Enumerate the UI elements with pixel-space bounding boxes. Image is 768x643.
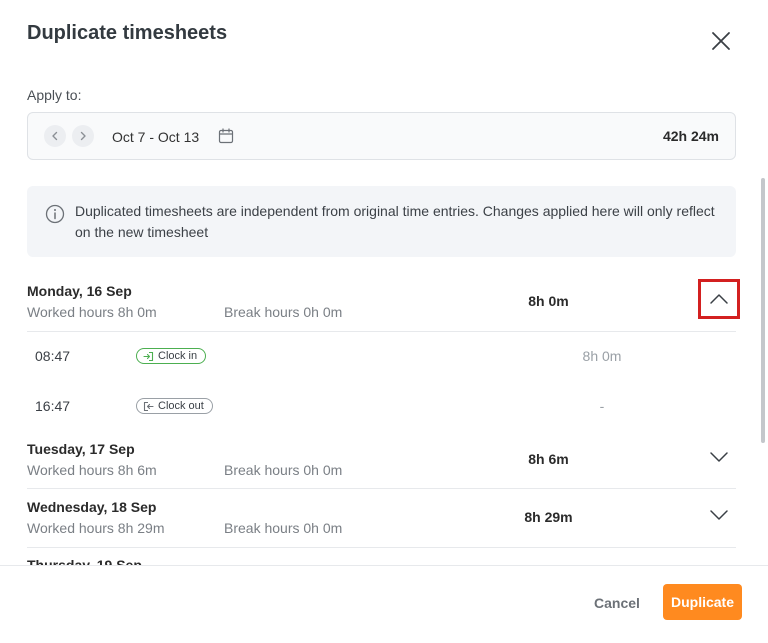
clock-out-icon [143, 401, 154, 411]
badge-label: Clock out [158, 400, 204, 412]
time-entry-row[interactable]: 08:47 Clock in 8h 0m [27, 332, 736, 382]
day-row-monday[interactable]: Monday, 16 Sep Worked hours 8h 0m Break … [27, 279, 740, 332]
date-range-selector: Oct 7 - Oct 13 42h 24m [27, 112, 736, 160]
info-banner: Duplicated timesheets are independent fr… [27, 186, 736, 257]
day-row-tuesday[interactable]: Tuesday, 17 Sep Worked hours 8h 6m Break… [27, 441, 736, 489]
worked-hours: Worked hours 8h 29m [27, 520, 165, 536]
duplicate-button[interactable]: Duplicate [663, 584, 742, 620]
day-total: 8h 0m [528, 293, 569, 309]
collapse-day-button[interactable] [698, 279, 740, 319]
info-icon [45, 204, 65, 229]
clock-in-icon [143, 351, 154, 361]
break-hours: Break hours 0h 0m [224, 520, 343, 536]
previous-week-button[interactable] [44, 125, 66, 147]
worked-hours: Worked hours 8h 0m [27, 304, 157, 320]
date-range-text[interactable]: Oct 7 - Oct 13 [112, 129, 199, 145]
day-name: Thursday, 19 Sep [27, 557, 142, 565]
calendar-button[interactable] [218, 128, 234, 149]
close-icon [712, 32, 730, 50]
day-total: 8h 6m [528, 451, 569, 467]
expand-day-button[interactable] [698, 495, 740, 535]
close-button[interactable] [705, 27, 737, 55]
entry-time: 16:47 [35, 398, 71, 414]
day-name: Monday, 16 Sep [27, 283, 132, 299]
clock-in-badge: Clock in [136, 348, 207, 364]
clock-out-badge: Clock out [136, 398, 213, 414]
worked-hours: Worked hours 8h 6m [27, 462, 157, 478]
chevron-up-icon [710, 294, 728, 304]
modal-footer: Cancel Duplicate [0, 565, 768, 643]
entry-duration: 8h 0m [582, 348, 622, 364]
scrollbar[interactable] [761, 178, 765, 443]
duplicate-timesheets-modal: Duplicate timesheets Apply to: Oct 7 - O… [0, 0, 768, 643]
chevron-right-icon [80, 131, 86, 141]
cancel-button[interactable]: Cancel [580, 585, 654, 621]
day-row-thursday[interactable]: Thursday, 19 Sep [27, 557, 736, 565]
chevron-left-icon [52, 131, 58, 141]
day-row-wednesday[interactable]: Wednesday, 18 Sep Worked hours 8h 29m Br… [27, 499, 736, 548]
range-total-hours: 42h 24m [662, 128, 719, 144]
chevron-down-icon [710, 452, 728, 462]
break-hours: Break hours 0h 0m [224, 304, 343, 320]
modal-body[interactable]: Apply to: Oct 7 - Oct 13 42h 24m Duplica… [0, 70, 768, 565]
day-total: 8h 29m [524, 509, 573, 525]
day-name: Wednesday, 18 Sep [27, 499, 157, 515]
calendar-icon [218, 128, 234, 144]
expand-day-button[interactable] [698, 437, 740, 477]
day-name: Tuesday, 17 Sep [27, 441, 135, 457]
badge-label: Clock in [158, 350, 198, 362]
chevron-down-icon [710, 510, 728, 520]
entry-time: 08:47 [35, 348, 71, 364]
apply-to-label: Apply to: [27, 87, 82, 103]
modal-title: Duplicate timesheets [27, 22, 228, 44]
time-entry-row[interactable]: 16:47 Clock out - [27, 382, 736, 432]
entry-duration: - [599, 398, 605, 414]
info-text: Duplicated timesheets are independent fr… [75, 203, 715, 240]
next-week-button[interactable] [72, 125, 94, 147]
break-hours: Break hours 0h 0m [224, 462, 343, 478]
